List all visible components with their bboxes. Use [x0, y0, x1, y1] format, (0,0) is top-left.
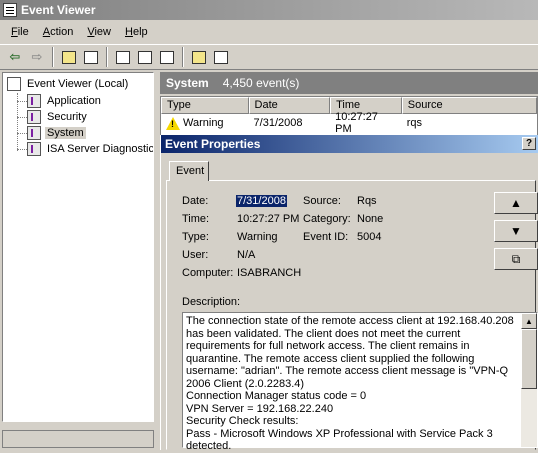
scroll-up-icon[interactable]: ▲ — [521, 313, 537, 329]
toolbar-separator — [182, 47, 184, 67]
date-label: Date: — [182, 195, 209, 207]
event-id-label: Event ID: — [303, 231, 349, 243]
tree-item-security[interactable]: Security — [27, 109, 89, 125]
tree-item-isa-server-diagnostics[interactable]: ISA Server Diagnostics — [27, 141, 154, 157]
source-value[interactable]: Rqs — [357, 195, 377, 207]
tree-root-label: Event Viewer (Local) — [27, 78, 129, 90]
log-icon — [27, 126, 41, 140]
show-hide-tree-icon[interactable] — [80, 46, 102, 68]
toolbar: ⇦ ⇨ — [0, 44, 538, 70]
console-tree-icon[interactable] — [210, 46, 232, 68]
help-icon[interactable] — [188, 46, 210, 68]
tree-connector — [17, 133, 27, 134]
log-icon — [27, 94, 41, 108]
title-bar: Event Viewer — [0, 0, 538, 20]
copy-icon: ⧉ — [511, 251, 521, 266]
console-tree: Event Viewer (Local) Application Securit… — [2, 72, 154, 422]
panel-header: System 4,450 event(s) — [160, 72, 538, 94]
column-source[interactable]: Source — [401, 97, 538, 114]
computer-label: Computer: — [182, 267, 234, 279]
up-folder-icon[interactable] — [58, 46, 80, 68]
description-text: The connection state of the remote acces… — [186, 315, 514, 452]
tree-root-event-viewer[interactable]: Event Viewer (Local) — [7, 76, 130, 92]
refresh-icon[interactable] — [134, 46, 156, 68]
event-properties-dialog: Event Properties ? Event Date: 7/31/2008… — [160, 135, 538, 452]
time-label: Time: — [182, 213, 210, 225]
previous-event-button[interactable]: ▲ — [494, 192, 538, 214]
computer-icon — [7, 77, 21, 91]
window-title: Event Viewer — [21, 3, 96, 17]
cell-date: 7/31/2008 — [253, 117, 303, 129]
scroll-thumb[interactable] — [521, 329, 537, 389]
toolbar-separator — [52, 47, 54, 67]
user-label: User: — [182, 249, 209, 261]
description-scrollbar[interactable]: ▲ — [521, 313, 537, 447]
category-value[interactable]: None — [357, 213, 383, 225]
warning-icon — [166, 116, 180, 130]
tree-item-label: ISA Server Diagnostics — [47, 143, 154, 155]
tree-item-label: System — [45, 127, 86, 139]
log-icon — [27, 110, 41, 124]
tree-connector — [17, 149, 27, 150]
back-arrow-icon[interactable]: ⇦ — [4, 46, 26, 68]
menu-view[interactable]: View — [80, 24, 118, 40]
forward-arrow-icon[interactable]: ⇨ — [26, 46, 48, 68]
menu-file[interactable]: File — [4, 24, 36, 40]
export-list-icon[interactable] — [156, 46, 178, 68]
event-list: Type Date Time Source Warning 7/31/2008 … — [160, 96, 538, 136]
toolbar-separator — [106, 47, 108, 67]
arrow-up-icon: ▲ — [510, 196, 522, 210]
cell-type-text: Warning — [183, 117, 224, 129]
tree-item-application[interactable]: Application — [27, 93, 103, 109]
tree-connector — [17, 117, 27, 118]
event-count: 4,450 event(s) — [222, 76, 300, 90]
panel-title: System — [166, 76, 209, 90]
menu-action[interactable]: Action — [36, 24, 81, 40]
tab-event[interactable]: Event — [169, 161, 209, 181]
column-type[interactable]: Type — [161, 97, 249, 114]
category-label: Category: — [303, 213, 351, 225]
computer-value[interactable]: ISABRANCH — [237, 267, 301, 279]
dialog-title: Event Properties — [165, 137, 261, 151]
help-button[interactable]: ? — [522, 137, 536, 150]
cell-source: rqs — [406, 117, 423, 129]
description-label: Description: — [182, 296, 241, 308]
tree-item-label: Application — [47, 95, 101, 107]
dialog-title-bar: Event Properties ? — [161, 135, 538, 153]
table-row[interactable]: Warning 7/31/2008 10:27:27 PM rqs — [161, 111, 537, 135]
copy-button[interactable]: ⧉ — [494, 248, 538, 270]
description-textbox[interactable]: The connection state of the remote acces… — [182, 312, 538, 452]
event-viewer-app-icon — [3, 3, 17, 17]
cell-time: 10:27:27 PM — [335, 111, 378, 135]
tree-item-label: Security — [47, 111, 87, 123]
column-date[interactable]: Date — [248, 97, 331, 114]
arrow-down-icon: ▼ — [510, 224, 522, 238]
tree-horizontal-scrollbar[interactable] — [2, 430, 154, 448]
tree-connector — [17, 101, 27, 102]
menu-bar: File Action View Help — [0, 22, 538, 42]
user-value[interactable]: N/A — [237, 249, 255, 261]
tree-item-system[interactable]: System — [27, 125, 86, 141]
cell-type: Warning — [161, 116, 249, 130]
event-id-value[interactable]: 5004 — [357, 231, 381, 243]
next-event-button[interactable]: ▼ — [494, 220, 538, 242]
properties-icon[interactable] — [112, 46, 134, 68]
source-label: Source: — [303, 195, 341, 207]
log-icon — [27, 142, 41, 156]
time-value[interactable]: 10:27:27 PM — [237, 213, 299, 225]
date-value[interactable]: 7/31/2008 — [236, 195, 287, 207]
type-value[interactable]: Warning — [237, 231, 278, 243]
menu-help[interactable]: Help — [118, 24, 155, 40]
type-label: Type: — [182, 231, 209, 243]
